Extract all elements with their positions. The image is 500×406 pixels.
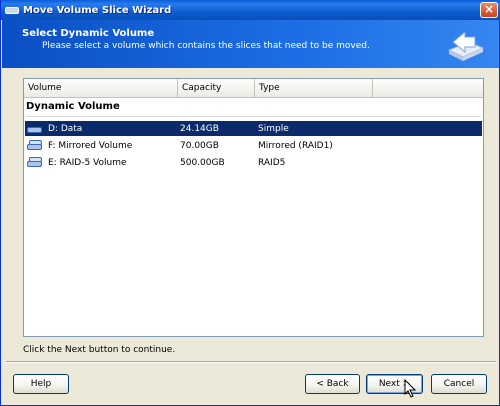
- window-title: Move Volume Slice Wizard: [23, 4, 172, 16]
- list-item[interactable]: D: Data 24.14GB Simple: [25, 121, 482, 136]
- wizard-window: Move Volume Slice Wizard × Select Dynami…: [0, 0, 500, 406]
- cancel-label: Cancel: [443, 379, 475, 389]
- divider-highlight: [6, 362, 496, 363]
- mouse-pointer-icon: [404, 379, 417, 398]
- mirrored-disk-icon: [27, 140, 44, 151]
- single-disk-icon: [27, 123, 44, 134]
- volume-name: E: RAID-5 Volume: [48, 157, 127, 168]
- header-subtitle: Please select a volume which contains th…: [42, 41, 370, 51]
- wizard-header: Select Dynamic Volume Please select a vo…: [2, 20, 499, 68]
- volume-capacity: 70.00GB: [180, 140, 219, 151]
- close-button[interactable]: ×: [480, 2, 498, 18]
- volume-capacity: 500.00GB: [180, 157, 225, 168]
- volume-type: RAID5: [258, 157, 286, 168]
- cancel-button[interactable]: Cancel: [431, 374, 487, 394]
- header-title: Select Dynamic Volume: [22, 28, 155, 39]
- column-type[interactable]: Type: [255, 79, 373, 98]
- list-item[interactable]: F: Mirrored Volume 70.00GB Mirrored (RAI…: [25, 138, 482, 153]
- volume-capacity: 24.14GB: [180, 123, 219, 134]
- group-divider: [26, 116, 481, 117]
- list-column-header: Volume Capacity Type: [24, 79, 483, 98]
- volume-list[interactable]: Volume Capacity Type Dynamic Volume D: D…: [23, 78, 484, 337]
- back-button[interactable]: < Back: [305, 374, 360, 394]
- column-volume[interactable]: Volume: [24, 79, 178, 98]
- help-label: Help: [30, 379, 52, 389]
- move-volume-icon: [447, 30, 485, 61]
- footer-message: Click the Next button to continue.: [23, 345, 176, 355]
- column-empty[interactable]: [373, 79, 483, 98]
- title-bar[interactable]: Move Volume Slice Wizard ×: [1, 0, 500, 20]
- column-capacity[interactable]: Capacity: [178, 79, 255, 98]
- raid-disk-icon: [27, 157, 44, 168]
- volume-type: Simple: [258, 123, 289, 134]
- disk-icon: [5, 4, 19, 16]
- volume-type: Mirrored (RAID1): [258, 140, 333, 151]
- list-item[interactable]: E: RAID-5 Volume 500.00GB RAID5: [25, 155, 482, 170]
- group-title: Dynamic Volume: [26, 101, 120, 112]
- back-label: < Back: [316, 379, 349, 389]
- help-button[interactable]: Help: [13, 374, 69, 394]
- volume-name: F: Mirrored Volume: [48, 140, 133, 151]
- volume-name: D: Data: [48, 123, 83, 134]
